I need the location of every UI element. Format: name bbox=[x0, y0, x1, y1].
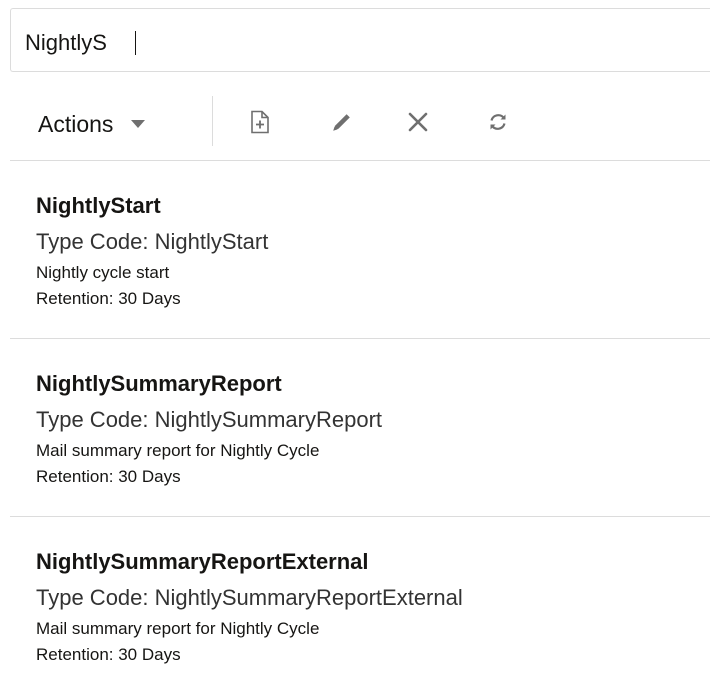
item-type-code: Type Code: NightlySummaryReportExternal bbox=[36, 585, 463, 610]
search-box[interactable] bbox=[10, 8, 710, 72]
item-retention: Retention: 30 Days bbox=[36, 289, 181, 308]
toolbar-divider bbox=[212, 96, 213, 146]
list-item[interactable]: NightlySummaryReport Type Code: NightlyS… bbox=[10, 339, 710, 517]
actions-menu-button[interactable]: Actions bbox=[38, 107, 146, 141]
text-caret bbox=[135, 31, 136, 55]
item-title: NightlySummaryReport bbox=[36, 371, 282, 396]
item-type-code: Type Code: NightlySummaryReport bbox=[36, 407, 383, 432]
delete-button[interactable] bbox=[400, 104, 436, 140]
actions-label: Actions bbox=[38, 110, 114, 137]
results-list: NightlyStart Type Code: NightlyStart Nig… bbox=[10, 161, 710, 695]
list-item[interactable]: NightlyStart Type Code: NightlyStart Nig… bbox=[10, 161, 710, 339]
item-title: NightlySummaryReportExternal bbox=[36, 549, 369, 574]
item-description: Nightly cycle start bbox=[36, 263, 170, 282]
search-input[interactable] bbox=[25, 28, 685, 58]
item-type-code: Type Code: NightlyStart bbox=[36, 229, 269, 254]
add-button[interactable] bbox=[242, 104, 278, 140]
item-description: Mail summary report for Nightly Cycle bbox=[36, 619, 320, 638]
page: Actions bbox=[0, 0, 710, 695]
toolbar: Actions bbox=[10, 90, 710, 161]
item-description: Mail summary report for Nightly Cycle bbox=[36, 441, 320, 460]
edit-button[interactable] bbox=[324, 104, 360, 140]
chevron-down-icon bbox=[131, 120, 146, 128]
item-title: NightlyStart bbox=[36, 193, 161, 218]
delete-x-icon bbox=[406, 110, 430, 134]
edit-pencil-icon bbox=[330, 110, 354, 134]
refresh-button[interactable] bbox=[480, 104, 516, 140]
item-retention: Retention: 30 Days bbox=[36, 467, 181, 486]
refresh-icon bbox=[486, 110, 510, 134]
add-document-icon bbox=[250, 110, 270, 134]
item-retention: Retention: 30 Days bbox=[36, 645, 181, 664]
list-item[interactable]: NightlySummaryReportExternal Type Code: … bbox=[10, 517, 710, 695]
